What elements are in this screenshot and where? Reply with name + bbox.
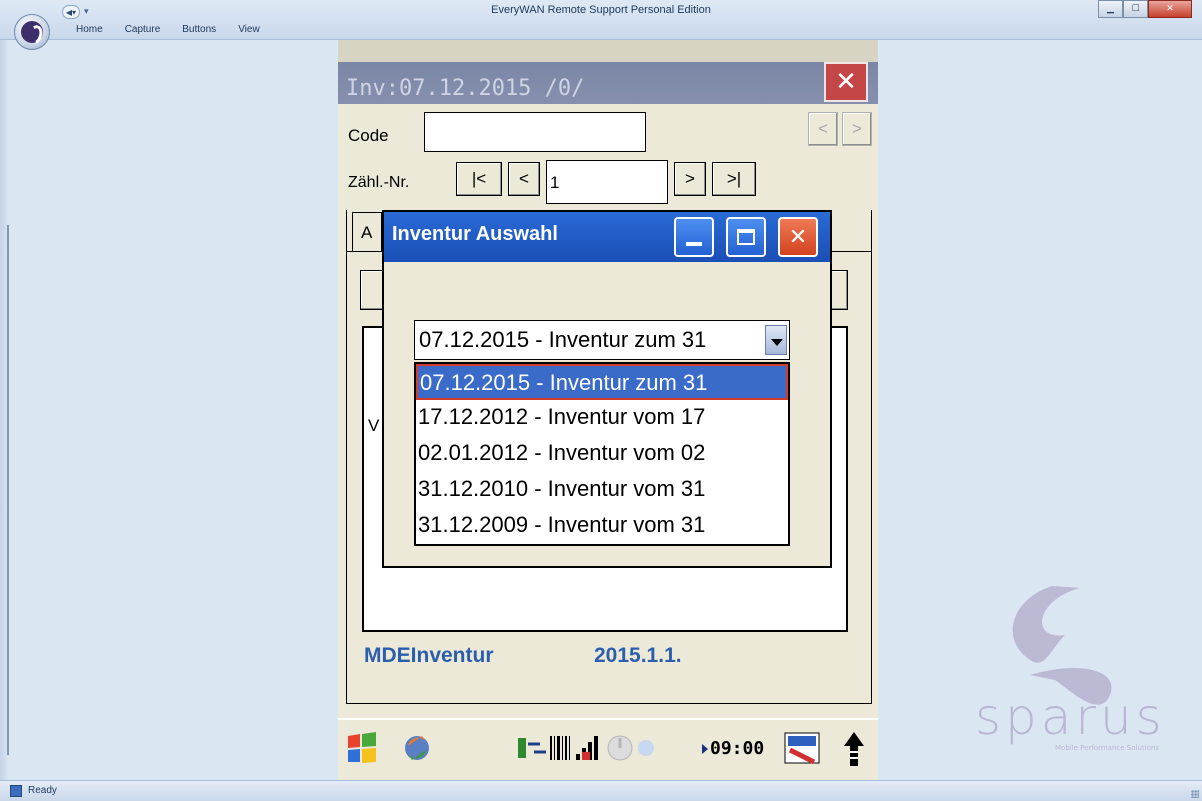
count-label: Zähl.-Nr. [348, 174, 410, 191]
dialog-maximize-button[interactable] [726, 217, 766, 257]
inventur-option[interactable]: 31.12.2010 - Inventur vom 31 [416, 472, 788, 508]
ribbon-tab-buttons[interactable]: Buttons [182, 24, 216, 35]
inventur-dropdown-list: 07.12.2015 - Inventur zum 31 17.12.2012 … [414, 362, 790, 546]
inventur-select-value: 07.12.2015 - Inventur zum 31 [419, 327, 707, 352]
dialog-close-button[interactable]: ✕ [778, 217, 818, 257]
start-flag-icon[interactable] [344, 732, 378, 764]
prev-button[interactable]: < [508, 162, 540, 196]
status-icon [10, 785, 22, 797]
code-prev-button[interactable]: < [808, 112, 838, 146]
dialog-titlebar: Inventur Auswahl ✕ [384, 212, 830, 262]
logo-wordmark: sparus [975, 688, 1166, 746]
dialog-minimize-button[interactable] [674, 217, 714, 257]
ribbon-tab-view[interactable]: View [238, 24, 260, 35]
tray-expand-icon[interactable] [702, 744, 708, 754]
dialog-title: Inventur Auswahl [392, 223, 558, 245]
remote-device-screen[interactable]: Inv:07.12.2015 /0/ ✕ Code < > Zähl.-Nr. … [338, 40, 878, 780]
code-next-button[interactable]: > [842, 112, 872, 146]
status-text: Ready [28, 785, 57, 796]
keyboard-icon[interactable] [784, 732, 820, 764]
ribbon-tab-home[interactable]: Home [76, 24, 103, 35]
ribbon-tab-capture[interactable]: Capture [125, 24, 161, 35]
code-label: Code [348, 126, 389, 145]
clock[interactable]: 09:00 [710, 738, 764, 759]
window-title: EveryWAN Remote Support Personal Edition [491, 4, 711, 16]
app-version: 2015.1.1. [594, 644, 682, 667]
minimize-icon [686, 242, 702, 246]
status-bar: Ready [0, 780, 1202, 801]
minimize-button[interactable]: ▁ [1098, 0, 1123, 18]
window-controls: ▁ ☐ ✕ [1098, 0, 1192, 18]
arrow-up-icon[interactable] [842, 730, 866, 768]
inventur-option[interactable]: 17.12.2012 - Inventur vom 17 [416, 400, 788, 436]
app-name: MDEInventur [364, 644, 494, 667]
inventur-option[interactable]: 31.12.2009 - Inventur vom 31 [416, 508, 788, 544]
close-icon: ✕ [788, 224, 808, 250]
system-tray-icons [518, 735, 654, 761]
chevron-down-icon[interactable] [765, 325, 787, 355]
close-button[interactable]: ✕ [1148, 0, 1192, 18]
resize-grip-icon[interactable] [1191, 790, 1199, 798]
maximize-button[interactable]: ☐ [1123, 0, 1148, 18]
first-button[interactable]: |< [456, 162, 502, 196]
barcode-icon [550, 736, 570, 760]
app-logo-icon [21, 21, 43, 43]
inventur-select[interactable]: 07.12.2015 - Inventur zum 31 [414, 320, 790, 360]
inventur-auswahl-dialog: Inventur Auswahl ✕ 07.12.2015 - Inventur… [382, 210, 832, 568]
sync-icon[interactable] [400, 732, 434, 764]
device-taskbar: 09:00 [338, 718, 878, 780]
count-input[interactable]: 1 [546, 160, 668, 204]
last-button[interactable]: >| [712, 162, 756, 196]
device-title: Inv:07.12.2015 /0/ [346, 76, 585, 101]
tab-a[interactable]: A [352, 212, 382, 252]
logo-tagline: Mobile Performance Solutions [1055, 744, 1159, 752]
inventur-option[interactable]: 02.01.2012 - Inventur vom 02 [416, 436, 788, 472]
application-menu-button[interactable] [14, 14, 50, 50]
panel-text-partial: V [368, 416, 380, 435]
window-titlebar: ◀▾ ▾ EveryWAN Remote Support Personal Ed… [0, 0, 1202, 40]
next-button[interactable]: > [674, 162, 706, 196]
left-edge [0, 40, 9, 780]
device-close-button[interactable]: ✕ [824, 62, 868, 102]
inventur-option[interactable]: 07.12.2015 - Inventur zum 31 [416, 364, 788, 400]
ribbon-tabs: Home Capture Buttons View [76, 24, 260, 35]
code-input[interactable] [424, 112, 646, 152]
maximize-icon [737, 229, 755, 245]
